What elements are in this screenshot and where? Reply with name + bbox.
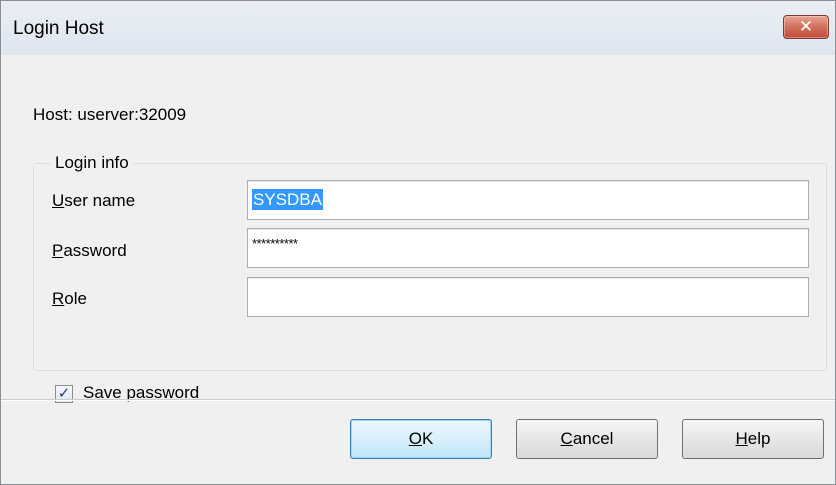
role-label: Role	[52, 289, 87, 309]
help-mnemonic: H	[735, 429, 748, 448]
login-info-group: Login info User name SYSDBA Password ***…	[33, 153, 827, 403]
username-field[interactable]: SYSDBA	[247, 180, 809, 220]
group-legend: Login info	[50, 153, 134, 173]
login-host-dialog: Login Host ✕ Host: userver:32009 Login i…	[0, 0, 836, 485]
password-label-text: assword	[63, 241, 127, 260]
help-label: elp	[747, 429, 771, 448]
password-field[interactable]: **********	[247, 228, 809, 268]
cancel-mnemonic: C	[560, 429, 573, 448]
ok-button[interactable]: OK	[350, 419, 492, 459]
close-icon: ✕	[798, 17, 814, 36]
cancel-label: ancel	[572, 429, 614, 448]
host-value: userver:32009	[77, 105, 187, 124]
password-label: Password	[52, 241, 127, 261]
help-button[interactable]: Help	[682, 419, 824, 459]
username-selected-text: SYSDBA	[252, 189, 323, 210]
cancel-button[interactable]: Cancel	[516, 419, 658, 459]
close-button[interactable]: ✕	[783, 15, 829, 39]
host-line: Host: userver:32009	[33, 105, 186, 125]
window-title: Login Host	[13, 18, 104, 39]
title-bar[interactable]: Login Host ✕	[1, 1, 835, 55]
ok-mnemonic: O	[408, 429, 422, 448]
username-label-mnemonic: U	[52, 191, 65, 210]
role-field[interactable]	[247, 277, 809, 317]
dialog-content: Host: userver:32009 Login info User name…	[1, 55, 835, 403]
username-label-text: ser name	[64, 191, 136, 210]
host-label: Host:	[33, 105, 73, 124]
footer-divider-highlight	[1, 400, 835, 401]
ok-label: K	[421, 429, 434, 448]
role-label-mnemonic: R	[52, 289, 65, 308]
password-value: **********	[252, 236, 298, 251]
password-label-mnemonic: P	[52, 241, 64, 260]
role-label-text: ole	[64, 289, 87, 308]
username-value: SYSDBA	[252, 189, 323, 210]
username-label: User name	[52, 191, 135, 211]
